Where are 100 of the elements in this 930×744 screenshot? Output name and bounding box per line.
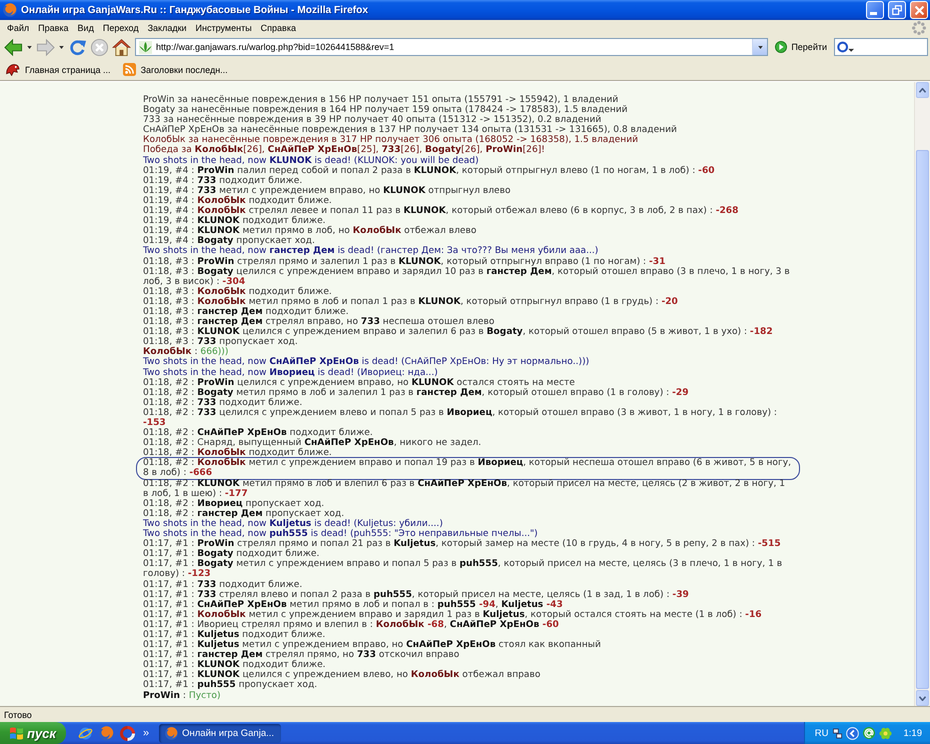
browser-icon[interactable] [78, 726, 93, 740]
log-line: 01:18, #2 : Снаряд, выпущенный СнАйПеР ХрЕнОв, никого не задел. [143, 438, 482, 448]
log-line: 01:19, #4 : ProWin палил перед собой и попал 2 раза в KLUNOK, который отпрыгнул влево (1 по ногам, 1 в лоб) : -60 [143, 166, 716, 176]
log-line: 01:17, #1 : KLUNOK целился с упреждением влево, но КолобЫк отбежал вправо [143, 670, 542, 680]
menu-item[interactable]: Справка [256, 22, 301, 32]
fox-globe-icon [3, 3, 17, 17]
log-line: Two shots in the head, now puh555 is dead! (puh555: "Это неправильные пчелы...") [143, 529, 539, 540]
window-title: Онлайн игра GanjaWars.Ru :: Ганджубасовые Войны - Mozilla Firefox [21, 4, 370, 16]
log-line: Two shots in the head, now Kuljetus is dead! (Kuljetus: убили....) [143, 518, 444, 529]
log-line: 01:18, #2 : Ивориец пропускает ход. [143, 498, 326, 509]
close-button[interactable] [910, 1, 928, 19]
log-line: 01:17, #1 : 733 стрелял влево и попал 2 раза в puh555, который присел на месте, целясь (1 в зад, 1 в лоб) : -39 [143, 590, 690, 600]
log-line: Победа за КолобЫк[26], СнАйПеР ХрЕнОв[25], 733[26], Bogaty[26], ProWin[26]! [143, 145, 546, 156]
chevron-down-icon [919, 696, 926, 700]
start-button[interactable]: пуск [0, 722, 66, 744]
creature-icon [6, 64, 20, 76]
search-field[interactable] [834, 38, 928, 56]
arrow-right-icon [36, 38, 55, 56]
log-line: 01:19, #4 : KLUNOK метил прямо в лоб, но КолобЫк отбежал влево [143, 226, 478, 236]
quick-launch-more[interactable]: » [143, 727, 150, 739]
log-line: 01:18, #2 : Bogaty метил прямо в лоб и залепил 1 раз в ганстер Дем, который отошел вправо (1 в голову) : -29 [143, 388, 690, 398]
fox-globe-icon [165, 726, 178, 740]
menu-item[interactable]: Файл [3, 22, 34, 32]
log-line: 01:18, #2 : ганстер Дем пропускает ход. [143, 508, 346, 519]
log-line: 01:17, #1 : puh555 пропускает ход. [143, 680, 318, 691]
log-line: 01:18, #2 : ProWin целился с упреждением вправо, но KLUNOK остался стоять на месте [143, 378, 576, 388]
log-line: 01:17, #1 : KLUNOK подходит ближе. [143, 660, 327, 670]
log-line: КолобЫк за нанесённые повреждения в 317 HP получает 306 опыта (168052 -> 168358), 1.5 владений [143, 135, 640, 146]
search-engine-icon [837, 41, 854, 53]
log-line: 01:19, #4 : 733 метил с упреждением вправо, но KLUNOK отпрыгнул влево [143, 186, 512, 196]
swirl-icon[interactable] [120, 726, 135, 740]
log-line: 01:17, #1 : Ивориец стрелял прямо и влепил в : КолобЫк -68, СнАйПеР ХрЕнОв -60 [143, 620, 560, 630]
arrow-left-icon [4, 38, 23, 56]
log-line: ProWin : Пусто) [143, 690, 222, 701]
log-line: 01:18, #2 : 733 подходит ближе. [143, 398, 304, 408]
address-field[interactable]: http://war.ganjawars.ru/warlog.php?bid=1026441588&rev=1 [135, 38, 768, 56]
caret-icon [758, 46, 763, 48]
bookmark-link[interactable]: Заголовки последн... [120, 60, 231, 78]
menu-item[interactable]: Инструменты [192, 22, 257, 32]
scroll-down-button[interactable] [916, 690, 929, 706]
log-line: 01:18, #3 : 733 пропускает ход. [143, 337, 299, 348]
task-button[interactable]: Онлайн игра Ganja... [159, 724, 282, 742]
scrollbar-thumb[interactable] [916, 150, 929, 689]
minimize-button[interactable] [866, 1, 884, 19]
log-line: 01:19, #4 : Bogaty пропускает ход. [143, 236, 315, 246]
log-line: Two shots in the head, now СнАйПеР ХрЕнОв is dead! (СнАйПеР ХрЕнОв: Ну эт нормально..))) [143, 357, 590, 368]
log-line: 01:18, #3 : ганстер Дем стрелял вправо, но 733 неспеша отошел влево [143, 317, 494, 328]
log-line: Two shots in the head, now KLUNOK is dead! (KLUNOK: you will be dead) [143, 156, 480, 166]
bookmark-link[interactable]: Главная страница ... [3, 60, 114, 78]
restore-icon [892, 5, 902, 15]
flower-icon[interactable] [878, 726, 892, 740]
log-line: 01:18, #3 : КолобЫк метил прямо в лоб и попал 1 раз в KLUNOK, который отпрыгнул вправо (1 в грудь) : -20 [143, 296, 679, 307]
scrollbar[interactable] [914, 82, 930, 706]
feed-icon [122, 63, 136, 76]
caret-icon [27, 46, 32, 48]
stop-icon [90, 38, 109, 56]
log-line: 01:18, #2 : КолобЫк подходит ближе. [143, 448, 333, 458]
log-line: 01:17, #1 : Bogaty подходит ближе. [143, 549, 320, 560]
restore-button[interactable] [888, 1, 906, 19]
spinner-icon [912, 20, 926, 34]
log-line: 01:18, #3 : ProWin стрелял прямо и залепил 1 раз в KLUNOK, который отпрыгнул вправо (1 по ногам) : -31 [143, 256, 666, 266]
log-line: СнАйПеР ХрЕнОв за нанесённые повреждения в 137 HP получает 134 опыта (131531 -> 131665), 0.8 владений [143, 125, 678, 136]
log-line: КолобЫк : 666))) [143, 347, 228, 358]
log-line: 01:17, #1 : ProWin стрелял прямо и попал 21 раз в Kuljetus, который замер на месте (10 в грудь, 4 в ногу, 5 в репу, 2 в пах) : -515 [143, 539, 782, 550]
menu-item[interactable]: Правка [34, 22, 74, 32]
log-line: 01:19, #4 : KLUNOK подходит ближе. [143, 216, 326, 226]
menu-item[interactable]: Переход [98, 22, 144, 32]
log-line: 01:18, #2 : СнАйПеР ХрЕнОв подходит ближе. [143, 428, 373, 438]
log-line: 01:18, #3 : Bogaty целился с упреждением вправо и зарядил 10 раз в ганстер Дем, который отошел вправо (3 в плечо, 1 в ногу, 3 в лоб, 3 в висок) : -304 [143, 266, 791, 287]
log-line: 733 за нанесённые повреждения в 39 HP получает 40 опыта (151312 -> 151352), 0.2 владений [143, 115, 602, 126]
at-sign-icon[interactable] [862, 727, 874, 739]
chevron-up-icon [919, 88, 926, 92]
log-line: Bogaty за нанесённые повреждения в 164 HP получает 159 опыта (178424 -> 178583), 1.5 владений [143, 105, 629, 116]
menu-item[interactable]: Закладки [144, 22, 192, 32]
log-line: 01:17, #1 : Kuljetus метил с упреждением вправо, но СнАйПеР ХрЕнОв стоял как вкопанный [143, 640, 602, 650]
log-line: 01:19, #4 : КолобЫк стрелял левее и попал 11 раз в KLUNOK, который отбежал влево (6 в корпус, 3 в лоб, 2 в пах) : -268 [143, 206, 740, 216]
log-line: 01:18, #3 : ганстер Дем подходит ближе. [143, 306, 350, 317]
log-line: 01:18, #3 : KLUNOK целился с упреждением вправо и залепил 6 раз в Bogaty, который отошел вправо (5 в живот, 1 в ухо) : -182 [143, 327, 774, 338]
log-line: 01:17, #1 : ганстер Дем стрелял прямо, но 733 отскочил вправо [143, 650, 460, 660]
log-line: Two shots in the head, now Ивориец is dead! (Ивориец: нда...) [143, 368, 439, 378]
menu-item[interactable]: Вид [74, 22, 99, 32]
log-line: 01:18, #2 : КолобЫк метил с упреждением вправо и попал 19 раз в Ивориец, который неспеша отошел вправо (6 в живот, 5 в ногу, 8 в лоб) : -666 [136, 457, 800, 480]
log-line: ProWin за нанесённые повреждения в 156 HP получает 151 опыта (155791 -> 155942), 1 владений [143, 95, 620, 105]
log-line: 01:17, #1 : СнАйПеР ХрЕнОв метил прямо в лоб и попал в : puh555 -94, Kuljetus -43 [143, 600, 564, 610]
home-icon [112, 38, 131, 56]
url-dropdown-button[interactable] [752, 39, 768, 55]
clock: 1:19 [904, 728, 922, 738]
network-icon[interactable] [832, 728, 842, 738]
language-indicator[interactable]: RU [814, 728, 828, 738]
status-text: Готово [4, 710, 32, 720]
scroll-up-button[interactable] [916, 82, 929, 98]
log-line: 01:19, #4 : КолобЫк подходит ближе. [143, 196, 333, 206]
go-button[interactable]: Перейти [769, 37, 833, 57]
log-line: Two shots in the head, now ганстер Дем is dead! (ганстер Дем: За что??? Вы меня убили ааа...) [143, 246, 600, 256]
caret-icon [59, 46, 64, 48]
log-line: 01:17, #1 : 733 подходит ближе. [143, 580, 304, 590]
chevron-left-icon[interactable] [846, 726, 858, 740]
log-line: 01:17, #1 : КолобЫк метил с упреждением вправо и зарядил 1 раз в Kuljetus, который остался стоять на месте (1 в лоб) : -16 [143, 610, 763, 620]
back-button[interactable] [3, 36, 24, 58]
home-button[interactable] [111, 36, 132, 58]
